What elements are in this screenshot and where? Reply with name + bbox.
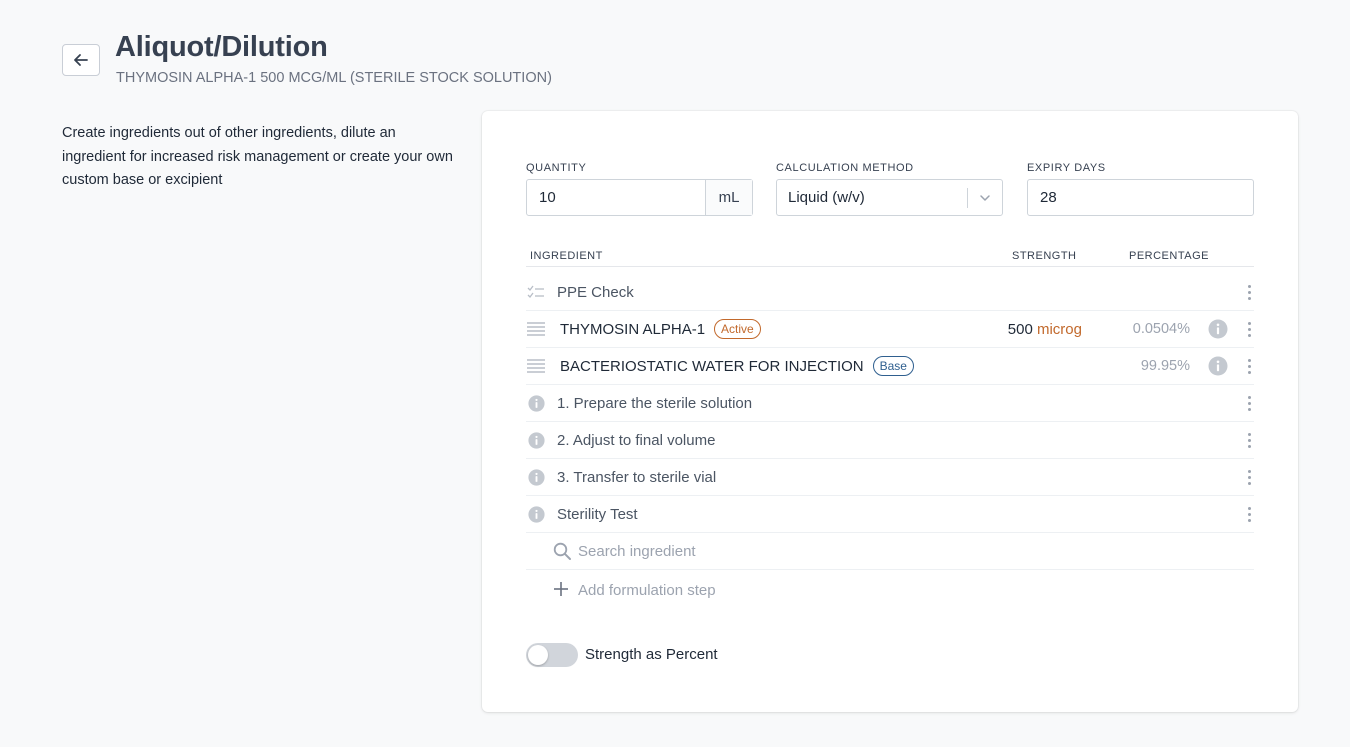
expiry-days-label: EXPIRY DAYS (1027, 162, 1106, 174)
arrow-left-icon (74, 54, 88, 66)
strength-unit: microg (1036, 320, 1082, 338)
checklist-icon (526, 282, 546, 302)
percentage-value: 99.95% (1140, 358, 1190, 374)
back-button[interactable] (62, 44, 100, 76)
calculation-method-select[interactable]: Liquid (w/v) (776, 179, 1003, 216)
row-label: Sterility Test (557, 505, 638, 523)
info-icon (526, 467, 546, 487)
quantity-unit: mL (705, 180, 752, 215)
list-item[interactable]: PPE Check (526, 274, 1254, 311)
strength-percent-toggle[interactable] (526, 643, 578, 667)
list-item[interactable]: THYMOSIN ALPHA-1 Active 500 microg 0.0504… (526, 311, 1254, 348)
drag-handle-icon[interactable] (526, 319, 546, 339)
kebab-menu-icon[interactable] (1244, 319, 1254, 339)
quantity-label: QUANTITY (526, 162, 587, 174)
column-strength: STRENGTH (1012, 250, 1077, 262)
list-item[interactable]: BACTERIOSTATIC WATER FOR INJECTION Base 9… (526, 348, 1254, 385)
search-icon (553, 542, 571, 560)
kebab-menu-icon[interactable] (1244, 430, 1254, 450)
kebab-menu-icon[interactable] (1244, 356, 1254, 376)
plus-icon (554, 582, 568, 596)
row-label: PPE Check (557, 283, 634, 301)
quantity-field[interactable]: 10 mL (526, 179, 753, 216)
list-item[interactable]: 2. Adjust to final volume (526, 422, 1254, 459)
calculation-method-label: CALCULATION METHOD (776, 162, 914, 174)
column-percentage: PERCENTAGE (1129, 250, 1209, 262)
row-label: THYMOSIN ALPHA-1 Active (560, 319, 761, 339)
kebab-menu-icon[interactable] (1244, 504, 1254, 524)
ingredient-list: PPE Check THYMOSIN ALPHA-1 Active 500 mic… (526, 274, 1254, 610)
strength-value: 500 microg (1007, 320, 1082, 338)
strength-percent-label: Strength as Percent (585, 646, 718, 663)
calculation-method-value: Liquid (w/v) (788, 189, 865, 206)
kebab-menu-icon[interactable] (1244, 393, 1254, 413)
page-description: Create ingredients out of other ingredie… (62, 125, 453, 188)
row-label: BACTERIOSTATIC WATER FOR INJECTION Base (560, 356, 914, 376)
list-item[interactable]: 1. Prepare the sterile solution (526, 385, 1254, 422)
expiry-days-input[interactable]: 28 (1027, 179, 1254, 216)
drag-handle-icon[interactable] (526, 356, 546, 376)
column-ingredient: INGREDIENT (530, 250, 603, 262)
page-subtitle: THYMOSIN ALPHA-1 500 MCG/ML (STERILE STO… (116, 70, 552, 86)
add-formulation-step-button[interactable]: Add formulation step (526, 570, 1254, 610)
page-title: Aliquot/Dilution (115, 31, 328, 63)
search-ingredient-input[interactable] (578, 533, 978, 569)
search-ingredient-row (526, 533, 1254, 570)
chevron-down-icon[interactable] (968, 191, 1002, 205)
kebab-menu-icon[interactable] (1244, 467, 1254, 487)
table-header: INGREDIENT STRENGTH PERCENTAGE (526, 250, 1254, 267)
list-item[interactable]: 3. Transfer to sterile vial (526, 459, 1254, 496)
info-icon[interactable] (1208, 356, 1228, 376)
toggle-knob (528, 645, 548, 665)
row-label: 3. Transfer to sterile vial (557, 468, 717, 486)
info-icon (526, 430, 546, 450)
base-badge: Base (872, 356, 914, 376)
percentage-value: 0.0504% (1132, 321, 1190, 337)
dilution-card: QUANTITY 10 mL CALCULATION METHOD Liquid… (482, 111, 1298, 712)
info-icon[interactable] (1208, 319, 1228, 339)
quantity-input[interactable]: 10 (527, 180, 705, 215)
add-step-label: Add formulation step (578, 581, 716, 599)
row-label: 2. Adjust to final volume (557, 431, 716, 449)
info-icon (526, 393, 546, 413)
info-icon (526, 504, 546, 524)
list-item[interactable]: Sterility Test (526, 496, 1254, 533)
active-badge: Active (714, 319, 761, 339)
kebab-menu-icon[interactable] (1244, 282, 1254, 302)
row-label: 1. Prepare the sterile solution (557, 394, 753, 412)
